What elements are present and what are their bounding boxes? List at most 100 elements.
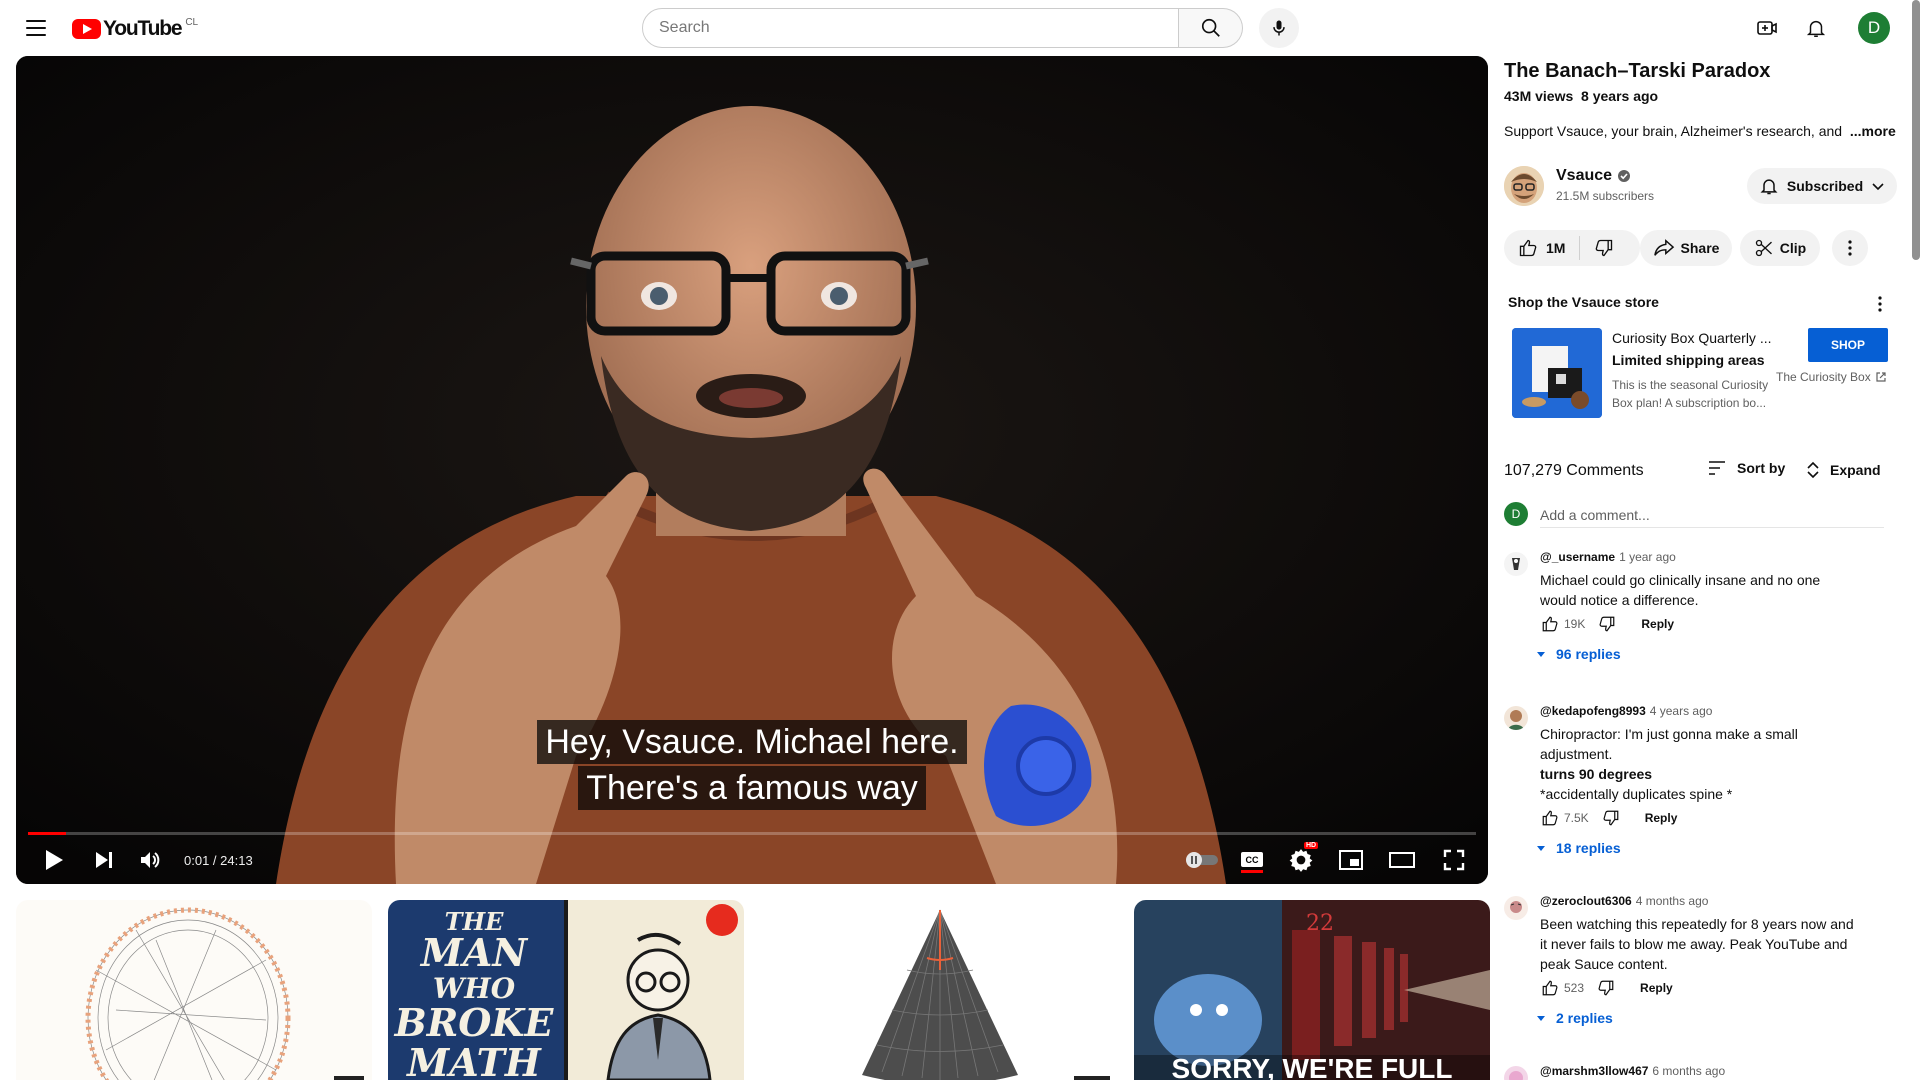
search-input[interactable] bbox=[642, 8, 1179, 48]
product-image[interactable] bbox=[1512, 328, 1602, 418]
voice-search-button[interactable] bbox=[1259, 8, 1299, 48]
subscribed-button[interactable]: Subscribed bbox=[1747, 168, 1897, 204]
product-name[interactable]: Curiosity Box Quarterly ... bbox=[1612, 330, 1772, 346]
comment-avatar[interactable] bbox=[1504, 706, 1528, 730]
comment-dislike-button[interactable] bbox=[1592, 974, 1620, 1002]
video-player[interactable]: Hey, Vsauce. Michael here. There's a fam… bbox=[16, 56, 1488, 884]
user-avatar: D bbox=[1504, 502, 1528, 526]
fullscreen-button[interactable] bbox=[1434, 836, 1474, 884]
notifications-button[interactable] bbox=[1800, 12, 1832, 44]
reply-button[interactable]: Reply bbox=[1640, 981, 1673, 995]
comment-like-button[interactable] bbox=[1536, 974, 1564, 1002]
autoplay-toggle[interactable] bbox=[1182, 836, 1222, 884]
curiosity-box-image bbox=[1512, 328, 1602, 418]
captions-button[interactable]: CC bbox=[1234, 836, 1270, 884]
comment-text-line: peak Sauce content. bbox=[1540, 956, 1668, 972]
thumbs-down-icon bbox=[1598, 980, 1614, 996]
captions: Hey, Vsauce. Michael here. There's a fam… bbox=[16, 718, 1488, 810]
comment: @marshm3llow467 6 months ago bbox=[1504, 1064, 1898, 1080]
comment-time[interactable]: 4 months ago bbox=[1636, 894, 1709, 908]
comment-time[interactable]: 1 year ago bbox=[1619, 550, 1676, 564]
sort-by-button[interactable]: Sort by bbox=[1707, 460, 1785, 476]
subscribed-label: Subscribed bbox=[1786, 178, 1864, 194]
more-actions-button[interactable] bbox=[1832, 230, 1868, 266]
comment-like-button[interactable] bbox=[1536, 804, 1564, 832]
mic-icon bbox=[1273, 20, 1285, 36]
search-button[interactable] bbox=[1179, 8, 1243, 48]
youtube-play-icon bbox=[72, 19, 101, 39]
page-scrollbar[interactable] bbox=[1912, 0, 1920, 260]
store-name: The Curiosity Box bbox=[1776, 370, 1871, 384]
progress-bar[interactable] bbox=[28, 832, 1476, 835]
progress-played bbox=[28, 832, 66, 835]
comment-avatar-image bbox=[1504, 552, 1528, 576]
comment-header: @_username 1 year ago bbox=[1540, 550, 1676, 564]
video-description[interactable]: Support Vsauce, your brain, Alzheimer's … bbox=[1504, 123, 1896, 139]
clip-button[interactable]: Clip bbox=[1740, 230, 1820, 266]
miniplayer-icon bbox=[1339, 850, 1363, 870]
share-button[interactable]: Share bbox=[1640, 230, 1732, 266]
comment-time[interactable]: 6 months ago bbox=[1652, 1064, 1725, 1078]
like-button[interactable]: 1M bbox=[1504, 236, 1581, 260]
time-display: 0:01 / 24:13 bbox=[184, 852, 253, 868]
settings-button[interactable]: HD bbox=[1282, 836, 1320, 884]
view-replies-button[interactable]: 96 replies bbox=[1536, 646, 1621, 662]
menu-icon[interactable] bbox=[24, 16, 48, 40]
channel-avatar[interactable] bbox=[1504, 166, 1544, 206]
comment-dislike-button[interactable] bbox=[1597, 804, 1625, 832]
mute-button[interactable] bbox=[126, 836, 174, 884]
description-text: Support Vsauce, your brain, Alzheimer's … bbox=[1504, 123, 1843, 139]
comment-avatar[interactable] bbox=[1504, 896, 1528, 920]
comment-actions: 19K Reply bbox=[1536, 610, 1674, 638]
comment-text-line: *accidentally duplicates spine * bbox=[1540, 786, 1733, 802]
view-replies-button[interactable]: 2 replies bbox=[1536, 1010, 1613, 1026]
external-link-icon bbox=[1876, 372, 1886, 382]
comment-time[interactable]: 4 years ago bbox=[1650, 704, 1713, 718]
comment-text-line: Been watching this repeatedly for 8 year… bbox=[1540, 916, 1854, 932]
upload-age: 8 years ago bbox=[1581, 88, 1659, 104]
next-button[interactable] bbox=[82, 836, 126, 884]
create-button[interactable] bbox=[1751, 12, 1783, 44]
comment-author[interactable]: @marshm3llow467 bbox=[1540, 1064, 1648, 1078]
dislike-button[interactable] bbox=[1580, 238, 1628, 258]
thumbs-up-icon bbox=[1519, 239, 1537, 257]
reply-button[interactable]: Reply bbox=[1645, 811, 1678, 825]
view-replies-button[interactable]: 18 replies bbox=[1536, 840, 1621, 856]
comment-avatar[interactable] bbox=[1504, 552, 1528, 576]
comment-avatar[interactable] bbox=[1504, 1066, 1528, 1080]
recommended-video-4[interactable]: 22 SORRY, WE'RE FULL bbox=[1134, 900, 1490, 1080]
recommended-video-1[interactable] bbox=[16, 900, 372, 1080]
replies-count: 96 replies bbox=[1556, 646, 1621, 662]
recommended-video-3[interactable] bbox=[762, 900, 1118, 1080]
recommended-video-2[interactable]: THE MAN WHO BROKE MATH bbox=[388, 900, 744, 1080]
shop-button[interactable]: SHOP bbox=[1808, 328, 1888, 362]
verified-icon bbox=[1618, 170, 1631, 182]
store-link[interactable]: The Curiosity Box bbox=[1776, 370, 1887, 384]
comment-avatar-image bbox=[1504, 1066, 1528, 1080]
room-number-sign: 22 bbox=[1306, 911, 1334, 936]
thumbs-down-icon bbox=[1596, 239, 1613, 257]
comment-author[interactable]: @_username bbox=[1540, 550, 1615, 564]
miniplayer-button[interactable] bbox=[1332, 836, 1370, 884]
youtube-logo[interactable]: YouTube CL bbox=[72, 17, 198, 41]
shop-menu-button[interactable] bbox=[1868, 292, 1892, 316]
thumbs-up-icon bbox=[1542, 980, 1558, 996]
theater-mode-button[interactable] bbox=[1382, 836, 1422, 884]
add-comment-input[interactable] bbox=[1540, 502, 1884, 528]
comment-actions: 7.5K Reply bbox=[1536, 804, 1677, 832]
play-button[interactable] bbox=[26, 836, 82, 884]
caret-down-icon bbox=[1537, 652, 1545, 657]
sort-by-label: Sort by bbox=[1737, 460, 1786, 476]
reply-button[interactable]: Reply bbox=[1641, 617, 1674, 631]
comment-dislike-button[interactable] bbox=[1593, 610, 1621, 638]
expand-button[interactable]: Expand bbox=[1806, 460, 1881, 480]
comment-author[interactable]: @kedapofeng8993 bbox=[1540, 704, 1646, 718]
hd-badge: HD bbox=[1304, 842, 1319, 849]
comment-author[interactable]: @zeroclout6306 bbox=[1540, 894, 1632, 908]
description-more-link[interactable]: ...more bbox=[1850, 123, 1896, 139]
account-avatar[interactable]: D bbox=[1858, 12, 1890, 44]
comment-like-button[interactable] bbox=[1536, 610, 1564, 638]
skip-next-icon bbox=[96, 852, 112, 868]
channel-name-link[interactable]: Vsauce bbox=[1556, 167, 1631, 185]
comment-avatar-image bbox=[1504, 896, 1528, 920]
